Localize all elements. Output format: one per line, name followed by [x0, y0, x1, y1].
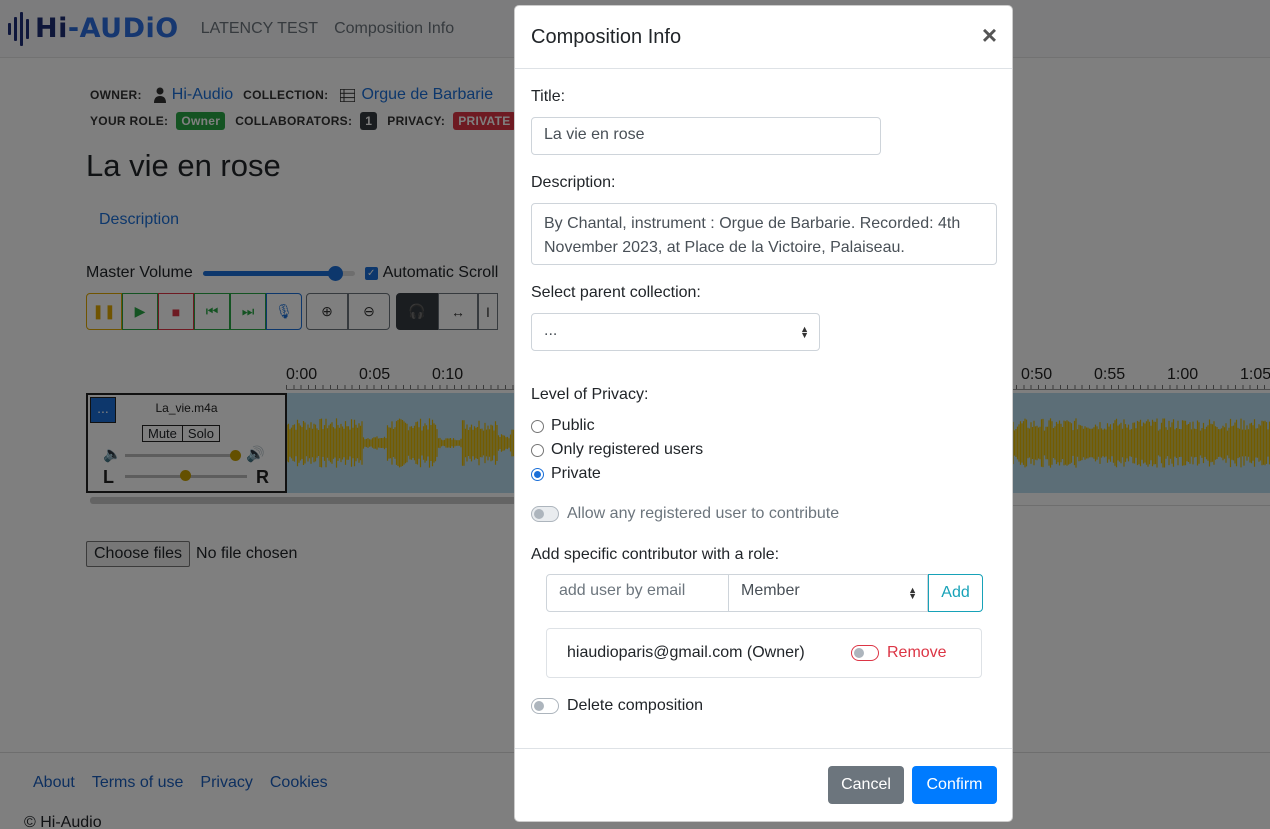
parent-collection-value: ...: [544, 322, 558, 339]
description-textarea[interactable]: By Chantal, instrument : Orgue de Barbar…: [531, 203, 997, 265]
modal-title: Composition Info: [531, 26, 682, 48]
delete-composition-label: Delete composition: [567, 697, 704, 714]
title-input[interactable]: La vie en rose: [531, 117, 881, 155]
role-select[interactable]: Member ▲ ▼: [729, 574, 928, 612]
contributor-list-item: hiaudioparis@gmail.com (Owner) Remove: [546, 628, 982, 678]
close-icon[interactable]: ×: [982, 22, 997, 48]
radio-registered[interactable]: [531, 443, 544, 457]
select-arrows-icon: ▲ ▼: [800, 324, 809, 340]
description-label: Description:: [531, 174, 616, 191]
parent-collection-select[interactable]: ... ▲ ▼: [531, 313, 820, 351]
privacy-option-registered[interactable]: Only registered users: [531, 441, 703, 459]
add-user-email-input[interactable]: add user by email: [546, 574, 729, 612]
radio-public-label: Public: [551, 417, 595, 434]
delete-composition-row: Delete composition: [531, 697, 703, 715]
allow-contribute-row: Allow any registered user to contribute: [531, 505, 839, 523]
remove-contributor[interactable]: Remove: [851, 644, 947, 662]
privacy-option-public[interactable]: Public: [531, 417, 595, 435]
add-contributor-button[interactable]: Add: [928, 574, 983, 612]
select-arrows-icon: ▲ ▼: [908, 585, 917, 601]
modal-header: Composition Info ×: [515, 6, 1012, 69]
remove-label: Remove: [887, 644, 947, 661]
confirm-button[interactable]: Confirm: [912, 766, 997, 804]
radio-registered-label: Only registered users: [551, 441, 704, 458]
cancel-button[interactable]: Cancel: [828, 766, 904, 804]
add-contributor-group: add user by email Member ▲ ▼ Add: [546, 574, 983, 612]
modal-footer: Cancel Confirm: [515, 748, 1012, 821]
delete-composition-toggle[interactable]: [531, 698, 559, 714]
role-select-value: Member: [741, 582, 800, 599]
privacy-option-private[interactable]: Private: [531, 465, 601, 483]
add-contributor-label: Add specific contributor with a role:: [531, 546, 780, 563]
composition-info-modal: Composition Info × Title: La vie en rose…: [514, 5, 1013, 822]
contributor-email: hiaudioparis@gmail.com (Owner): [567, 644, 805, 661]
privacy-level-label: Level of Privacy:: [531, 386, 649, 403]
remove-toggle[interactable]: [851, 645, 879, 661]
allow-contribute-toggle[interactable]: [531, 506, 559, 522]
radio-private-label: Private: [551, 465, 601, 482]
radio-private[interactable]: [531, 467, 544, 481]
allow-contribute-label: Allow any registered user to contribute: [567, 505, 840, 522]
radio-public[interactable]: [531, 419, 544, 433]
parent-collection-label: Select parent collection:: [531, 284, 701, 301]
title-label: Title:: [531, 88, 566, 105]
